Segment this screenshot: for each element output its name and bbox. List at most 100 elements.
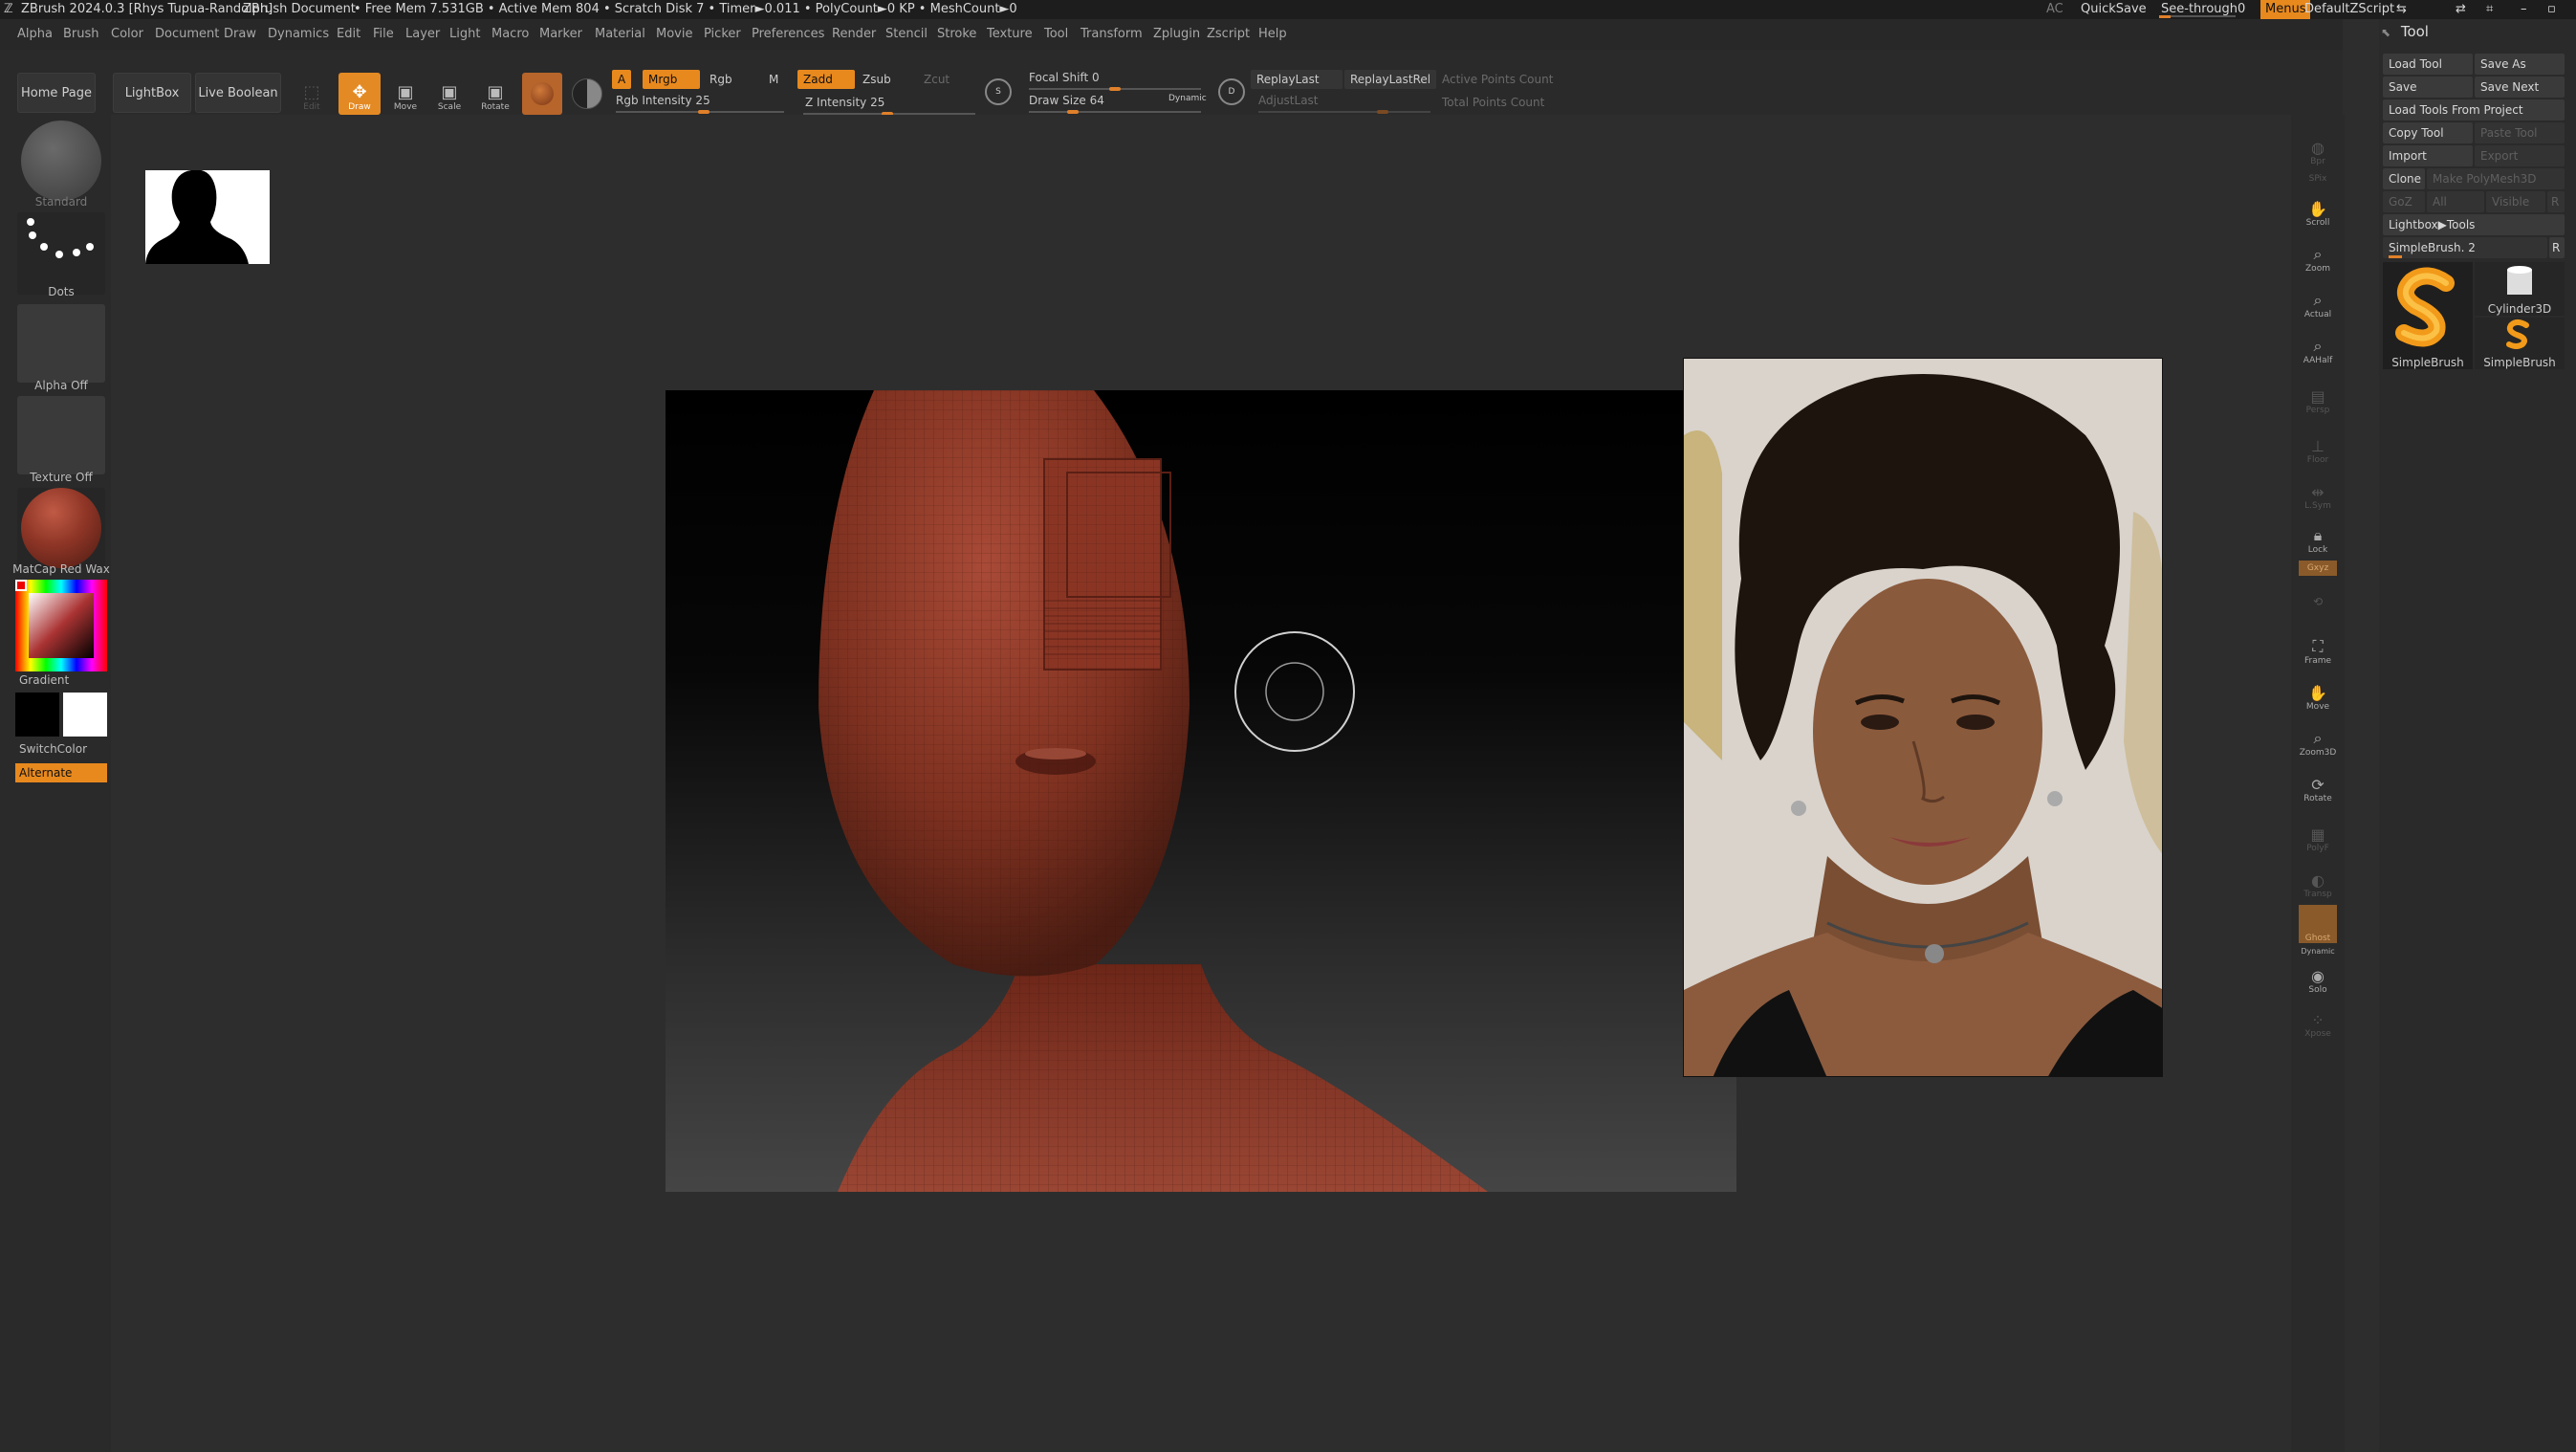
lazy-mouse-icon[interactable]: D [1218,78,1245,105]
actual-button[interactable]: ⌕ Actual [2299,281,2337,319]
menu-material[interactable]: Material [595,27,645,41]
ac-label[interactable]: AC [2046,2,2063,16]
axis-icon[interactable]: ⟲ [2299,580,2337,608]
make-polymesh-button[interactable]: Make PolyMesh3D [2427,168,2565,189]
head-mesh-model[interactable] [666,390,1736,1192]
spix-button[interactable]: SPix [2299,161,2337,184]
zoom-button[interactable]: ⌕ Zoom [2299,235,2337,274]
current-tool-slider[interactable]: SimpleBrush. 2 [2383,237,2547,258]
minimize-icon[interactable]: – [2521,2,2527,16]
scale-mode-button[interactable]: ▣ Scale [428,73,470,115]
rgb-toggle[interactable]: Rgb [704,70,738,89]
lsym-button[interactable]: ⇹ L.Sym [2299,473,2337,511]
seethrough-label[interactable]: See-through [2161,2,2238,16]
dynamic-toggle[interactable]: Dynamic [1168,94,1207,103]
all-button[interactable]: All [2427,191,2484,212]
draw-mode-button[interactable]: ✥ Draw [338,73,381,115]
save-next-button[interactable]: Save Next [2475,77,2565,98]
persp-button[interactable]: ▤ Persp [2299,377,2337,415]
color-square[interactable] [29,593,94,658]
scroll-button[interactable]: ✋ Scroll [2299,189,2337,228]
menu-movie[interactable]: Movie [656,27,692,41]
focal-shift-knob[interactable] [1109,87,1121,91]
menu-document[interactable]: Document [155,27,219,41]
floor-button[interactable]: ⊥ Floor [2299,427,2337,465]
move-view-button[interactable]: ✋ Move [2299,673,2337,712]
menu-zscript[interactable]: Zscript [1207,27,1250,41]
copy-tool-button[interactable]: Copy Tool [2383,122,2473,143]
stroke-slot[interactable] [17,212,105,295]
menu-brush[interactable]: Brush [63,27,99,41]
quicksave-button[interactable]: QuickSave [2081,2,2147,16]
adjust-last-knob[interactable] [1377,110,1388,114]
menu-alpha[interactable]: Alpha [17,27,53,41]
solo-button[interactable]: ◉ Solo [2299,957,2337,995]
menu-light[interactable]: Light [449,27,480,41]
color-picker[interactable] [15,580,107,671]
rgb-intensity-knob[interactable] [698,110,709,114]
adjust-last-slider[interactable] [1258,111,1430,113]
mrgb-toggle[interactable]: Mrgb [643,70,700,89]
material-slot[interactable] [17,488,105,568]
seethrough-slider[interactable] [2159,15,2236,18]
lightbox-tools-button[interactable]: Lightbox▶Tools [2383,214,2565,235]
export-button[interactable]: Export [2475,145,2565,166]
tool-thumb-simplebrush-small[interactable]: SimpleBrush [2475,318,2565,369]
alternate-button[interactable]: Alternate [15,763,107,782]
rotate-view-button[interactable]: ⟳ Rotate [2299,765,2337,803]
visible-button[interactable]: Visible [2486,191,2545,212]
layout-icon[interactable]: ⇆ [2396,2,2407,16]
menu-file[interactable]: File [373,27,394,41]
restore-icon[interactable]: ▫ [2547,2,2556,16]
replay-last-rel-button[interactable]: ReplayLastRel [1344,70,1436,89]
menu-dynamics[interactable]: Dynamics [268,27,329,41]
paste-tool-button[interactable]: Paste Tool [2475,122,2565,143]
zsub-toggle[interactable]: Zsub [857,70,897,89]
menu-help[interactable]: Help [1258,27,1287,41]
m-toggle[interactable]: M [763,70,784,89]
ghost-button[interactable]: Ghost [2299,905,2337,943]
transp-button[interactable]: ◐ Transp [2299,861,2337,899]
standard-brush-icon[interactable] [21,121,101,201]
menu-stroke[interactable]: Stroke [937,27,976,41]
current-tool-r-button[interactable]: R [2549,237,2565,258]
zadd-toggle[interactable]: Zadd [797,70,855,89]
menu-macro[interactable]: Macro [491,27,529,41]
focal-curve-icon[interactable]: S [985,78,1012,105]
material-swatch-button[interactable] [522,73,562,115]
gradient-sphere-icon[interactable] [572,78,602,109]
load-tools-from-project-button[interactable]: Load Tools From Project [2383,99,2565,121]
save-button[interactable]: Save [2383,77,2473,98]
menu-edit[interactable]: Edit [337,27,360,41]
menu-picker[interactable]: Picker [704,27,741,41]
goz-button[interactable]: GoZ [2383,191,2425,212]
tool-thumb-cylinder3d[interactable]: Cylinder3D [2475,262,2565,316]
replay-last-button[interactable]: ReplayLast [1251,70,1343,89]
palette-pin-icon[interactable]: ⬉ [2381,26,2390,39]
polyf-button[interactable]: ▦ PolyF [2299,815,2337,853]
edit-mode-button[interactable]: ⬚ Edit [291,73,333,115]
menus-button[interactable]: Menus [2260,0,2311,19]
ui-config-icon[interactable]: ⌗ [2486,2,2493,16]
clone-button[interactable]: Clone [2383,168,2425,189]
menu-marker[interactable]: Marker [539,27,582,41]
current-tool-slider-knob[interactable] [2389,255,2402,258]
texture-slot[interactable] [17,396,105,474]
reference-photo[interactable] [1683,358,2163,1077]
menu-stencil[interactable]: Stencil [885,27,928,41]
draw-size-knob[interactable] [1067,110,1079,114]
goz-r-button[interactable]: R [2547,191,2565,212]
menu-tool[interactable]: Tool [1044,27,1068,41]
lightbox-button[interactable]: LightBox [113,73,191,113]
menu-zplugin[interactable]: Zplugin [1153,27,1200,41]
main-color-swatch[interactable] [15,693,59,737]
menu-render[interactable]: Render [832,27,876,41]
secondary-color-swatch[interactable] [63,693,107,737]
alpha-slot[interactable] [17,304,105,383]
gxyz-button[interactable]: Gxyz [2299,561,2337,576]
menu-draw[interactable]: Draw [224,27,256,41]
save-as-button[interactable]: Save As [2475,54,2565,75]
document-viewport[interactable] [666,390,1736,1192]
layout-swap-icon[interactable]: ⇄ [2456,2,2466,16]
home-page-button[interactable]: Home Page [17,73,96,113]
